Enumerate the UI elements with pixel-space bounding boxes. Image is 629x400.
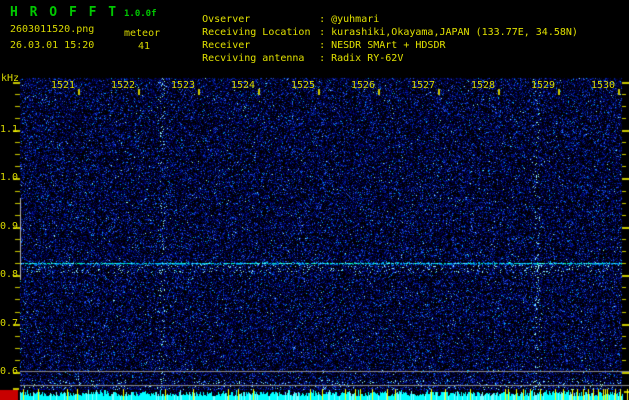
- info-label: Recviving antenna: [202, 53, 305, 64]
- info-row-antenna: Recviving antenna: Radix RY-62V: [178, 42, 403, 75]
- x-tick-label: 1530: [591, 80, 616, 91]
- record-datetime: 26.03.01 15:20: [10, 40, 95, 51]
- x-tick-label: 1522: [111, 80, 136, 91]
- output-filename: 2603011520.png: [10, 24, 95, 35]
- app-version: 1.0.0f: [124, 9, 157, 19]
- y-tick-label: 0.8: [0, 269, 19, 280]
- x-tick-label: 1526: [351, 80, 376, 91]
- meteor-count-label: meteor: [124, 28, 161, 39]
- y-tick-label: 0.9: [0, 221, 19, 232]
- x-tick-label: 1528: [471, 80, 496, 91]
- y-tick-label: 0.6: [0, 366, 19, 377]
- y-tick-label: 1.1: [0, 124, 19, 135]
- x-tick-label: 1524: [231, 80, 256, 91]
- meteor-count-value: 41: [138, 41, 151, 52]
- x-tick-label: 1523: [171, 80, 196, 91]
- y-tick-label: 0.7: [0, 318, 19, 329]
- app-title: H R O F F T: [10, 5, 119, 20]
- info-separator: :: [319, 53, 326, 64]
- x-tick-label: 1527: [411, 80, 436, 91]
- x-tick-label: 1521: [51, 80, 76, 91]
- hrofft-screen: H R O F F T 1.0.0f 2603011520.png 26.03.…: [0, 0, 629, 400]
- x-tick-label: 1529: [531, 80, 556, 91]
- x-tick-label: 1525: [291, 80, 316, 91]
- y-tick-label: 1.0: [0, 172, 19, 183]
- y-axis-unit: kHz: [1, 73, 20, 84]
- info-value: Radix RY-62V: [331, 53, 404, 64]
